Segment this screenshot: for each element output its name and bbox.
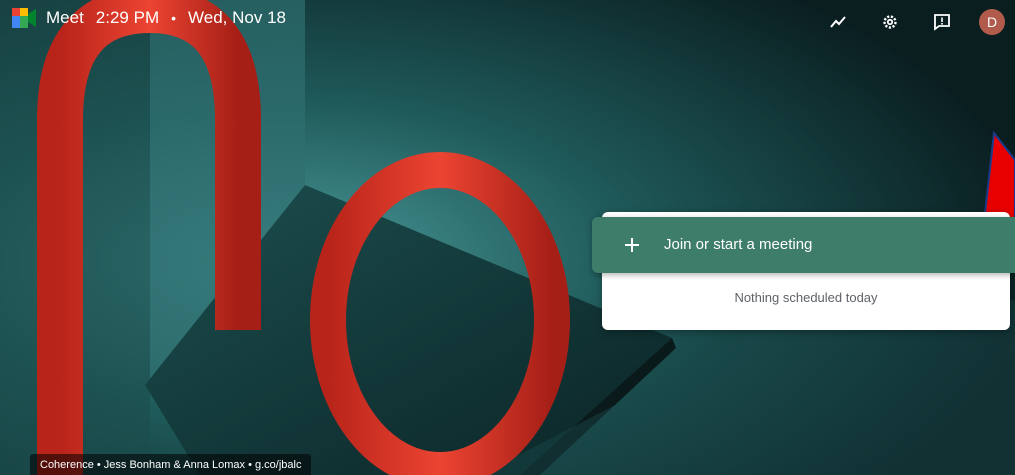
account-avatar[interactable]: D bbox=[979, 9, 1005, 35]
empty-schedule-text: Nothing scheduled today bbox=[734, 290, 878, 305]
plus-icon bbox=[625, 238, 639, 252]
meet-logo-icon bbox=[12, 8, 36, 28]
background-credit[interactable]: Coherence • Jess Bonham & Anna Lomax • g… bbox=[30, 454, 312, 475]
settings-button[interactable] bbox=[875, 7, 905, 37]
feedback-icon bbox=[934, 14, 950, 31]
activity-button[interactable] bbox=[823, 7, 853, 37]
current-time: 2:29 PM bbox=[95, 8, 160, 27]
current-date: Wed, Nov 18 bbox=[188, 8, 286, 27]
join-meeting-label: Join or start a meeting bbox=[664, 236, 813, 253]
time-date-separator: • bbox=[171, 10, 177, 26]
activity-icon bbox=[830, 16, 846, 28]
gear-icon bbox=[883, 15, 897, 29]
app-name: Meet bbox=[46, 8, 84, 27]
top-actions: D bbox=[801, 7, 1005, 37]
app-brand: Meet 2:29 PM • Wed, Nov 18 bbox=[12, 8, 286, 28]
join-or-start-meeting-button[interactable]: Join or start a meeting bbox=[592, 217, 1015, 273]
feedback-button[interactable] bbox=[927, 7, 957, 37]
top-bar: Meet 2:29 PM • Wed, Nov 18 D bbox=[0, 0, 1015, 44]
